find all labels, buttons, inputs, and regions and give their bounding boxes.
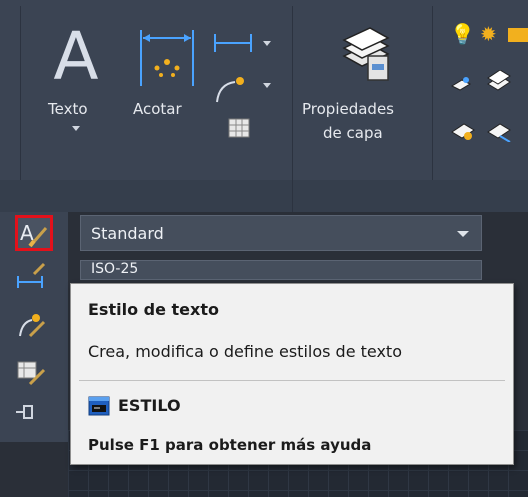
command-window-icon (88, 396, 110, 416)
tooltip-help: Pulse F1 para obtener más ayuda (88, 436, 372, 454)
ribbon-separator (20, 6, 21, 206)
multileader-style-icon[interactable] (16, 310, 46, 338)
tooltip-command: ESTILO (118, 396, 181, 415)
tooltip-divider (79, 380, 505, 381)
text-tool-icon[interactable]: A (50, 22, 102, 92)
tooltip-title: Estilo de texto (88, 300, 219, 319)
texto-button-label[interactable]: Texto (48, 100, 88, 118)
layer-lock-icon[interactable] (508, 28, 528, 42)
layer-match-icon[interactable] (450, 74, 472, 94)
layer-previous-icon[interactable] (486, 70, 512, 96)
chevron-down-icon[interactable] (457, 231, 469, 237)
text-style-select[interactable]: Standard (80, 215, 482, 251)
acotar-button-label[interactable]: Acotar (133, 100, 182, 118)
layer-isolate-icon[interactable] (450, 118, 476, 142)
propiedades-label-2[interactable]: de capa (323, 124, 383, 142)
propiedades-label-1[interactable]: Propiedades (302, 100, 394, 118)
tooltip: Estilo de texto Crea, modifica o define … (70, 283, 514, 465)
ribbon-separator (292, 6, 293, 206)
layer-freeze-sun-icon[interactable]: ✹ (480, 22, 497, 46)
linear-dimension-icon[interactable] (213, 32, 273, 54)
dimension-style-select[interactable]: ISO-25 (80, 260, 482, 280)
table-icon[interactable] (228, 118, 250, 138)
texto-dropdown-icon[interactable] (72, 126, 80, 131)
layer-on-bulb-icon[interactable]: 💡 (450, 22, 475, 46)
tooltip-description: Crea, modifica o define estilos de texto (88, 342, 402, 361)
text-style-value: Standard (91, 224, 164, 243)
ribbon-panel-title-bar (0, 180, 528, 212)
dimension-tool-icon[interactable] (139, 28, 195, 90)
ribbon-separator (432, 6, 433, 206)
layer-properties-icon[interactable] (340, 26, 396, 82)
panel-pin-icon[interactable] (14, 398, 44, 426)
layer-walk-icon[interactable] (486, 118, 512, 142)
text-style-icon: A (20, 221, 48, 248)
leader-icon[interactable] (213, 74, 273, 104)
dimension-style-value: ISO-25 (91, 261, 139, 277)
dimension-style-icon[interactable] (16, 262, 46, 290)
table-style-icon[interactable] (16, 358, 46, 386)
text-style-button[interactable]: A (15, 215, 53, 251)
